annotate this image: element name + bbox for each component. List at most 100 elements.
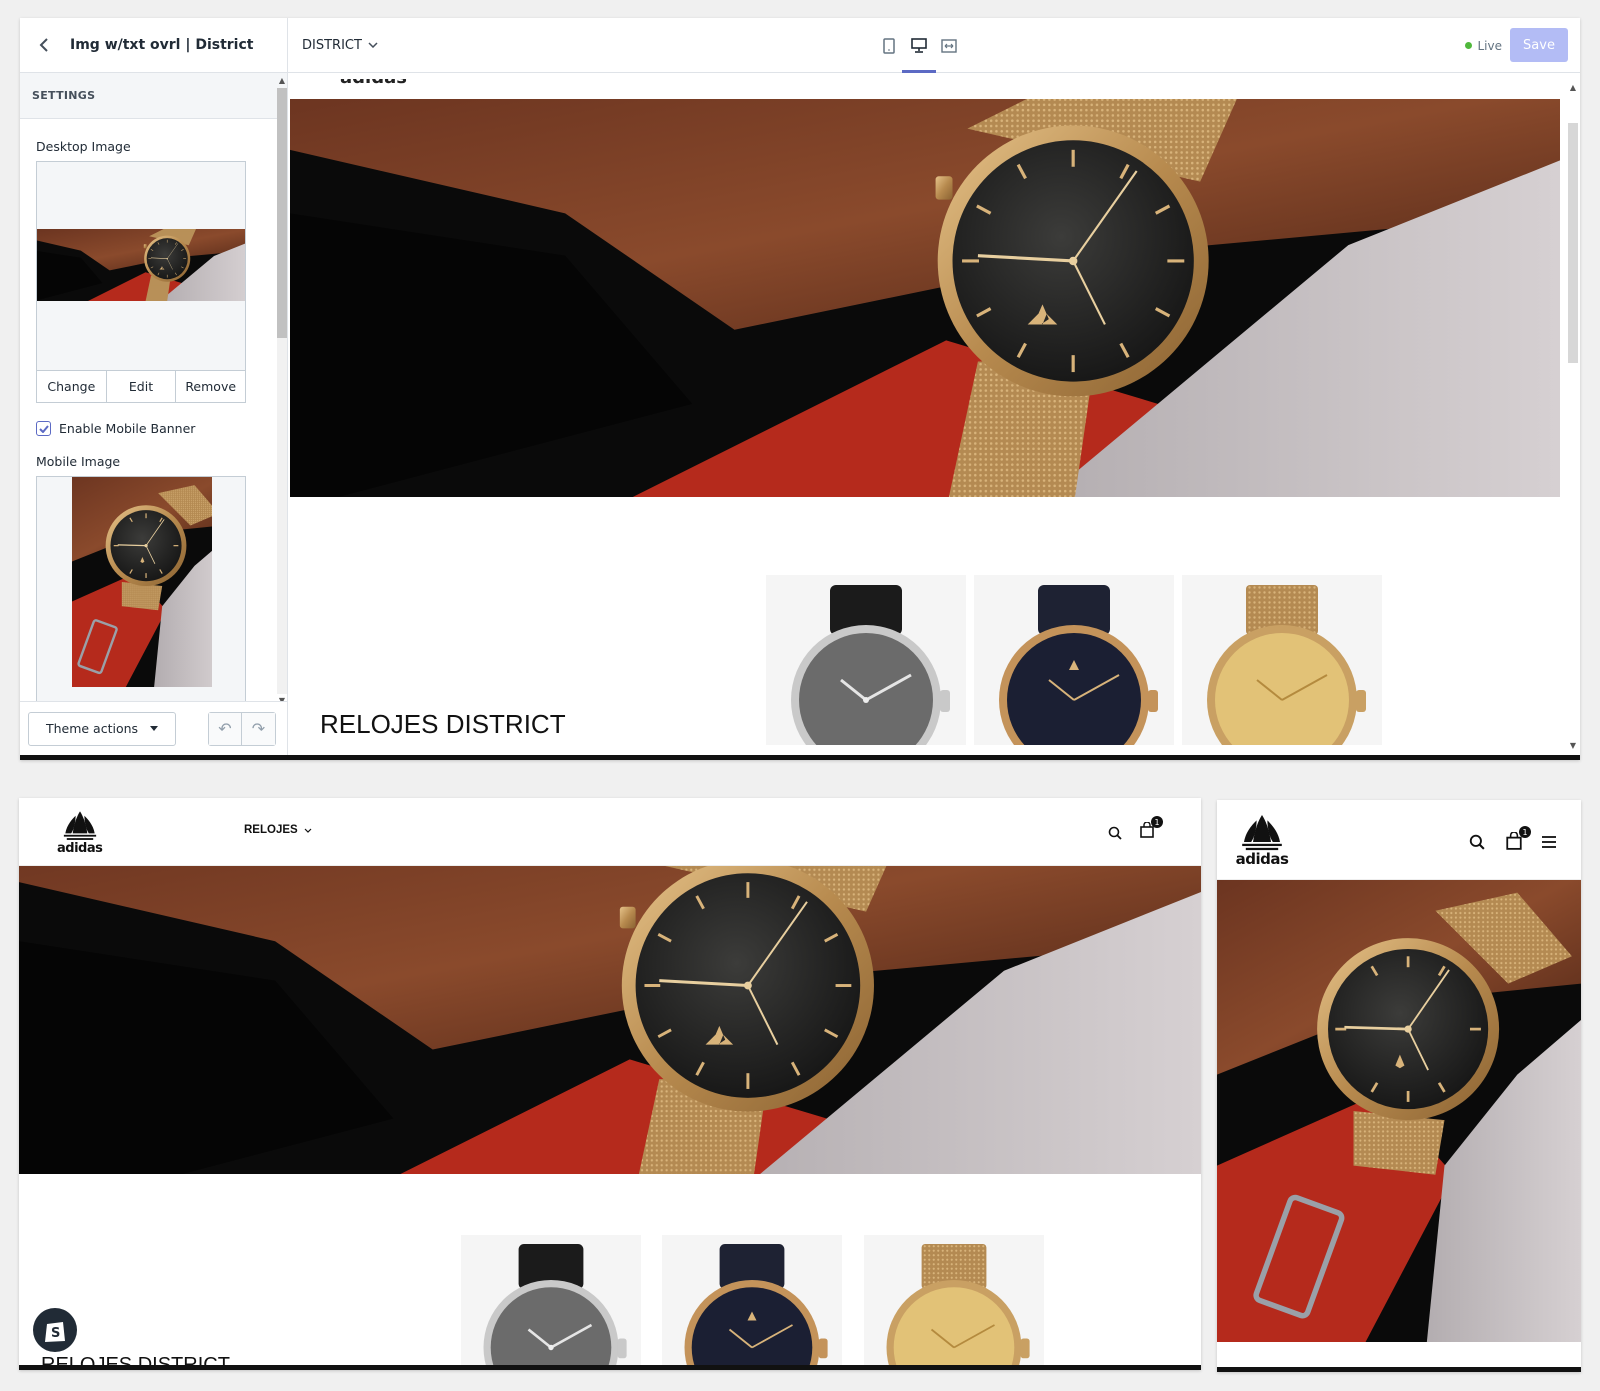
- store-header: adidas 1: [1217, 800, 1581, 880]
- device-preview-switcher: [878, 18, 960, 73]
- save-button[interactable]: Save: [1510, 28, 1568, 62]
- search-button[interactable]: [1467, 832, 1487, 852]
- cart-count-badge: 1: [1151, 816, 1163, 828]
- scroll-down-arrow[interactable]: ▼: [1568, 741, 1578, 751]
- editor-topbar: DISTRICT Live Save: [288, 18, 1580, 73]
- mobile-image-preview: [36, 476, 246, 701]
- cart-button[interactable]: 1: [1137, 816, 1163, 840]
- hero-banner-mobile: [1217, 880, 1581, 1342]
- mobile-image-thumbnail: [72, 477, 212, 687]
- enable-mobile-banner-row[interactable]: Enable Mobile Banner: [36, 421, 195, 436]
- hero-banner: [290, 99, 1560, 497]
- adidas-logo[interactable]: adidas: [1235, 814, 1289, 867]
- mobile-preview-button[interactable]: [878, 18, 900, 73]
- scroll-up-arrow[interactable]: ▲: [277, 76, 287, 86]
- cart-count-badge: 1: [1519, 826, 1531, 838]
- search-button[interactable]: [1106, 824, 1124, 842]
- mobile-image-label: Mobile Image: [36, 454, 121, 469]
- adidas-trefoil-logo: [1242, 815, 1282, 851]
- search-icon: [1108, 826, 1122, 840]
- header-cut-text: adidas: [340, 79, 407, 88]
- undo-redo-group: ↶ ↷: [208, 711, 276, 746]
- change-image-button[interactable]: Change: [37, 371, 107, 402]
- logo-wordmark: adidas: [1235, 850, 1289, 868]
- product-image: [461, 1235, 641, 1370]
- product-card-navy[interactable]: [662, 1235, 842, 1370]
- chevron-left-icon: [39, 38, 48, 52]
- product-image: [1182, 575, 1382, 745]
- scroll-up-arrow[interactable]: ▲: [1568, 83, 1578, 93]
- desktop-image-actions: Change Edit Remove: [36, 371, 246, 403]
- store-header: adidas RELOJES 1: [19, 798, 1201, 866]
- back-button[interactable]: [32, 33, 56, 57]
- desktop-image-preview: [36, 161, 246, 371]
- desktop-image-thumbnail: [37, 229, 245, 301]
- hero-image: [290, 99, 1560, 497]
- mobile-storefront: adidas 1: [1217, 800, 1581, 1372]
- live-label: Live: [1477, 38, 1502, 53]
- bottom-edge: [1217, 1367, 1581, 1372]
- undo-icon: ↶: [218, 720, 232, 738]
- settings-section-header: SETTINGS: [20, 73, 287, 119]
- theme-actions-label: Theme actions: [45, 721, 139, 736]
- desktop-preview-button[interactable]: [902, 18, 936, 73]
- logo-wordmark: adidas: [57, 841, 103, 856]
- desktop-image-label: Desktop Image: [36, 139, 131, 154]
- menu-button[interactable]: [1539, 832, 1559, 852]
- search-icon: [1469, 834, 1485, 850]
- theme-name: DISTRICT: [302, 37, 362, 53]
- remove-image-button[interactable]: Remove: [176, 371, 246, 402]
- bottom-edge: [20, 755, 1580, 760]
- mobile-device-icon: [883, 37, 895, 54]
- caret-down-icon: [150, 726, 159, 731]
- product-image: [974, 575, 1174, 745]
- sidebar-footer: Theme actions ↶ ↷: [20, 701, 287, 755]
- scrollbar-thumb[interactable]: [1568, 123, 1578, 363]
- check-icon: [38, 424, 49, 433]
- product-card-silver[interactable]: [461, 1235, 641, 1370]
- cart-button[interactable]: 1: [1503, 826, 1531, 852]
- nav-label: RELOJES: [244, 824, 298, 836]
- live-status: Live: [1465, 18, 1502, 73]
- theme-actions-button[interactable]: Theme actions: [28, 711, 176, 746]
- shopify-badge[interactable]: S: [33, 1308, 77, 1352]
- edit-image-button[interactable]: Edit: [106, 371, 177, 402]
- fullscreen-icon: [941, 38, 957, 53]
- sidebar-header: Img w/txt ovrl | District: [20, 18, 287, 73]
- product-image: [766, 575, 966, 745]
- fullscreen-preview-button[interactable]: [938, 18, 960, 73]
- hero-image: [19, 866, 1201, 1174]
- live-dot-icon: [1465, 42, 1473, 49]
- enable-mobile-banner-checkbox[interactable]: [36, 421, 51, 436]
- preview-pane: adidas RELOJES DISTRICT ▲ ▼: [288, 73, 1580, 755]
- undo-button[interactable]: ↶: [209, 712, 242, 745]
- settings-scroll-area[interactable]: Desktop Image Change Edit Remove Enable …: [20, 119, 288, 701]
- section-title: Img w/txt ovrl | District: [70, 37, 254, 53]
- preview-scrollbar[interactable]: ▲ ▼: [1566, 83, 1578, 755]
- adidas-trefoil-logo: [63, 811, 96, 840]
- scrollbar-thumb[interactable]: [277, 88, 287, 338]
- product-image: [662, 1235, 842, 1370]
- product-image: [864, 1235, 1044, 1370]
- product-card-navy[interactable]: [974, 575, 1174, 745]
- hero-banner: [19, 866, 1201, 1174]
- theme-editor-window: Img w/txt ovrl | District SETTINGS Deskt…: [20, 18, 1580, 760]
- shopify-bag-icon: S: [45, 1322, 65, 1342]
- hero-image: [1217, 880, 1581, 1342]
- sidebar-scrollbar[interactable]: ▲ ▼: [275, 76, 287, 706]
- collection-title: RELOJES DISTRICT: [320, 709, 566, 739]
- adidas-logo[interactable]: adidas: [57, 810, 103, 856]
- nav-item-relojes[interactable]: RELOJES: [244, 824, 312, 836]
- preview-iframe[interactable]: adidas RELOJES DISTRICT: [290, 79, 1560, 755]
- chevron-down-icon: [304, 828, 312, 833]
- bottom-edge: [19, 1365, 1201, 1370]
- product-card-silver[interactable]: [766, 575, 966, 745]
- product-card-gold[interactable]: [864, 1235, 1044, 1370]
- enable-mobile-banner-label: Enable Mobile Banner: [59, 421, 196, 436]
- chevron-down-icon: [368, 42, 378, 48]
- theme-selector[interactable]: DISTRICT: [302, 38, 378, 53]
- redo-button[interactable]: ↷: [242, 712, 275, 745]
- editor-sidebar: Img w/txt ovrl | District SETTINGS Deskt…: [20, 18, 288, 755]
- product-card-gold[interactable]: [1182, 575, 1382, 745]
- redo-icon: ↷: [251, 720, 266, 738]
